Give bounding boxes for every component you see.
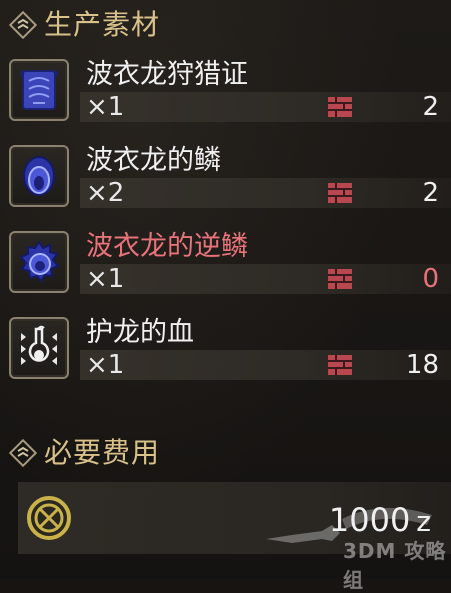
certificate-icon — [9, 59, 69, 121]
item-box-icon — [328, 183, 352, 203]
owned-quantity: 0 — [422, 264, 439, 294]
cost-section-title: 必要费用 — [44, 436, 161, 469]
cost-amount-value: 1000 — [328, 501, 411, 539]
owned-quantity: 2 — [422, 178, 439, 208]
item-box-icon — [328, 269, 352, 289]
quantity-bar — [80, 350, 451, 380]
material-row[interactable]: 波衣龙狩猎证 ×1 2 — [0, 54, 451, 138]
cost-section-header: 必要费用 — [0, 432, 451, 476]
quantity-bar — [80, 178, 451, 208]
owned-quantity: 18 — [405, 350, 439, 380]
materials-section-title: 生产素材 — [44, 8, 161, 41]
quantity-bar — [80, 92, 451, 122]
watermark-text: 3DM 攻略组 — [343, 539, 447, 592]
scale-icon — [9, 145, 69, 207]
required-quantity: ×1 — [86, 350, 125, 380]
material-name: 波衣龙的逆鳞 — [86, 231, 248, 262]
materials-section-header: 生产素材 — [0, 4, 451, 48]
required-quantity: ×1 — [86, 92, 125, 122]
quantity-bar — [80, 264, 451, 294]
currency-unit: z — [416, 505, 431, 538]
zenny-coin-icon — [27, 496, 71, 540]
owned-quantity: 2 — [422, 92, 439, 122]
material-name: 波衣龙的鳞 — [86, 145, 221, 176]
item-box-icon — [328, 97, 352, 117]
reverse-scale-icon — [9, 231, 69, 293]
material-name: 护龙的血 — [86, 317, 194, 348]
material-row[interactable]: 波衣龙的鳞 ×2 2 — [0, 140, 451, 224]
material-row[interactable]: 护龙的血 ×1 18 — [0, 312, 451, 396]
diamond-arrows-icon — [9, 439, 37, 467]
required-quantity: ×2 — [86, 178, 125, 208]
material-name: 波衣龙狩猎证 — [86, 59, 248, 90]
cost-amount: 1000 z — [329, 500, 431, 542]
diamond-arrows-icon — [9, 11, 37, 39]
material-row[interactable]: 波衣龙的逆鳞 ×1 0 — [0, 226, 451, 310]
required-quantity: ×1 — [86, 264, 125, 294]
item-box-icon — [328, 355, 352, 375]
blood-flask-icon — [9, 317, 69, 379]
